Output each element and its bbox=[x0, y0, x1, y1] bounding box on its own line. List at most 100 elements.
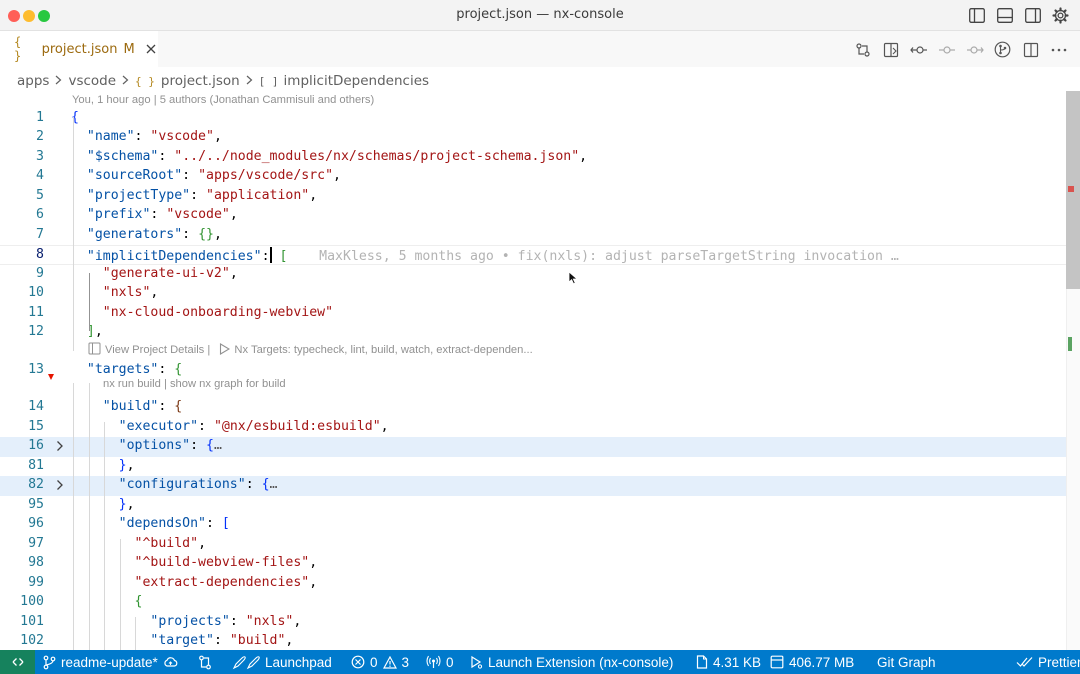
code-line[interactable]: 98 "^build-webview-files", bbox=[0, 554, 1066, 574]
code-line[interactable]: 14 "build": { bbox=[0, 398, 1066, 418]
toggle-panel-icon[interactable] bbox=[995, 6, 1014, 25]
toggle-primary-sidebar-icon[interactable] bbox=[967, 6, 986, 25]
build-target-codelens[interactable]: nx run build | show nx graph for build bbox=[103, 378, 286, 390]
line-number: 13 bbox=[28, 361, 44, 377]
indent-guide bbox=[104, 422, 105, 650]
git-graph-status[interactable]: Git Graph bbox=[877, 650, 936, 674]
code-line[interactable]: 11 "nx-cloud-onboarding-webview" bbox=[0, 304, 1066, 324]
git-commit-icon[interactable] bbox=[937, 40, 956, 59]
fold-chevron-icon[interactable] bbox=[54, 479, 66, 491]
code-line[interactable]: 9 "generate-ui-v2", bbox=[0, 265, 1066, 285]
code-line[interactable]: 99 "extract-dependencies", bbox=[0, 574, 1066, 594]
json-file-icon: { } bbox=[14, 35, 22, 63]
code-line[interactable]: 101 "projects": "nxls", bbox=[0, 613, 1066, 633]
breadcrumb-item-project-json[interactable]: project.json bbox=[161, 73, 240, 89]
view-project-details-link[interactable]: View Project Details | bbox=[105, 344, 210, 356]
fold-chevron-icon[interactable] bbox=[54, 440, 66, 452]
indent-guide-active bbox=[89, 273, 90, 331]
line-number: 97 bbox=[28, 535, 44, 551]
code-line[interactable]: 16 "options": {… bbox=[0, 437, 1066, 457]
code-text: "^build", bbox=[134, 535, 207, 551]
code-text: "configurations": {… bbox=[118, 477, 278, 492]
problems-status[interactable]: 0 3 bbox=[351, 650, 409, 674]
code-line[interactable]: 8 "implicitDependencies": [ MaxKless, 5 … bbox=[0, 245, 1066, 265]
line-number: 2 bbox=[36, 129, 44, 144]
inline-blame[interactable]: MaxKless, 5 months ago • fix(nxls): adju… bbox=[287, 249, 899, 264]
line-number: 10 bbox=[28, 285, 44, 300]
toggle-secondary-sidebar-icon[interactable] bbox=[1023, 6, 1042, 25]
code-line[interactable]: 96 "dependsOn": [ bbox=[0, 515, 1066, 535]
line-number: 1 bbox=[36, 109, 44, 125]
compare-changes-icon[interactable] bbox=[853, 40, 872, 59]
code-line[interactable]: 97 "^build", bbox=[0, 535, 1066, 555]
memory-icon bbox=[770, 655, 784, 669]
line-number: 3 bbox=[36, 148, 44, 164]
branch-status[interactable]: readme-update* bbox=[43, 650, 178, 674]
array-symbol-icon: [ ] bbox=[258, 74, 279, 88]
rocket-icon bbox=[232, 655, 260, 669]
code-line[interactable]: 82 "configurations": {… bbox=[0, 476, 1066, 496]
breadcrumb-item-apps[interactable]: apps bbox=[17, 73, 49, 89]
code-line[interactable]: 95 }, bbox=[0, 496, 1066, 516]
code-line[interactable]: 3 "$schema": "../../node_modules/nx/sche… bbox=[0, 148, 1066, 168]
broadcast-icon bbox=[426, 655, 441, 668]
code-line[interactable]: 100 { bbox=[0, 593, 1066, 613]
gear-icon[interactable] bbox=[1051, 6, 1070, 25]
file-size-status: 4.31 KB bbox=[696, 650, 761, 674]
tab-project-json[interactable]: { } project.json M bbox=[0, 31, 158, 67]
git-compare-status[interactable] bbox=[198, 650, 212, 674]
code-line[interactable]: 12 ], bbox=[0, 323, 1066, 343]
git-compare-icon bbox=[199, 655, 211, 669]
launchpad-label: Launchpad bbox=[265, 654, 332, 670]
launchpad-status[interactable]: Launchpad bbox=[232, 650, 332, 674]
code-editor[interactable]: You, 1 hour ago | 5 authors (Jonathan Ca… bbox=[0, 91, 1080, 650]
code-line[interactable]: 6 "prefix": "vscode", bbox=[0, 206, 1066, 226]
line-number: 9 bbox=[36, 265, 44, 281]
git-back-icon[interactable] bbox=[909, 40, 928, 59]
line-number: 96 bbox=[28, 516, 44, 531]
prettier-status[interactable]: Prettier bbox=[1016, 650, 1080, 674]
memory-value: 406.77 MB bbox=[789, 654, 855, 670]
split-editor-icon[interactable] bbox=[1021, 40, 1040, 59]
json-file-icon: { } bbox=[135, 74, 155, 88]
code-line[interactable]: 7 "generators": {}, bbox=[0, 226, 1066, 246]
launch-config-status[interactable]: Launch Extension (nx-console) bbox=[469, 650, 673, 674]
blame-codelens[interactable]: You, 1 hour ago | 5 authors (Jonathan Ca… bbox=[72, 94, 374, 106]
git-forward-icon[interactable] bbox=[965, 40, 984, 59]
more-actions-icon[interactable] bbox=[1049, 40, 1068, 59]
code-text: "generators": {}, bbox=[86, 226, 222, 242]
breadcrumb-item-vscode[interactable]: vscode bbox=[68, 73, 116, 89]
remote-indicator[interactable] bbox=[0, 650, 35, 674]
gitlens-icon[interactable] bbox=[993, 40, 1012, 59]
breadcrumb-item-implicit-dependencies[interactable]: implicitDependencies bbox=[284, 73, 430, 89]
code-line[interactable]: 1{ bbox=[0, 109, 1066, 129]
indent-guide bbox=[73, 383, 74, 650]
code-line[interactable]: 81 }, bbox=[0, 457, 1066, 477]
code-line[interactable]: 5 "projectType": "application", bbox=[0, 187, 1066, 207]
code-line[interactable]: 2 "name": "vscode", bbox=[0, 128, 1066, 148]
open-preview-icon[interactable] bbox=[881, 40, 900, 59]
line-number: 98 bbox=[28, 555, 44, 570]
indent-guide bbox=[89, 383, 90, 650]
layout-controls bbox=[967, 6, 1070, 25]
editor-actions bbox=[853, 40, 1068, 59]
ports-status[interactable]: 0 bbox=[426, 650, 454, 674]
line-number: 99 bbox=[28, 574, 44, 590]
indent-guide bbox=[120, 539, 121, 650]
code-text: "build": { bbox=[102, 399, 183, 414]
code-line[interactable]: 4 "sourceRoot": "apps/vscode/src", bbox=[0, 167, 1066, 187]
code-text: "name": "vscode", bbox=[86, 129, 222, 144]
code-line[interactable]: 102 "target": "build", bbox=[0, 632, 1066, 650]
code-line[interactable]: 10 "nxls", bbox=[0, 284, 1066, 304]
close-icon[interactable] bbox=[145, 42, 158, 56]
overview-ruler-error-mark bbox=[1068, 186, 1074, 192]
code-text: "executor": "@nx/esbuild:esbuild", bbox=[118, 418, 389, 434]
code-text: "^build-webview-files", bbox=[134, 555, 318, 570]
nx-targets-link[interactable]: Nx Targets: typecheck, lint, build, watc… bbox=[234, 344, 532, 356]
title-bar: project.json — nx-console bbox=[0, 0, 1080, 31]
line-number: 5 bbox=[36, 187, 44, 203]
code-line[interactable]: 15 "executor": "@nx/esbuild:esbuild", bbox=[0, 418, 1066, 438]
code-text: "targets": { bbox=[86, 361, 183, 377]
branch-name: readme-update* bbox=[61, 654, 158, 670]
project-details-icon bbox=[88, 342, 101, 358]
